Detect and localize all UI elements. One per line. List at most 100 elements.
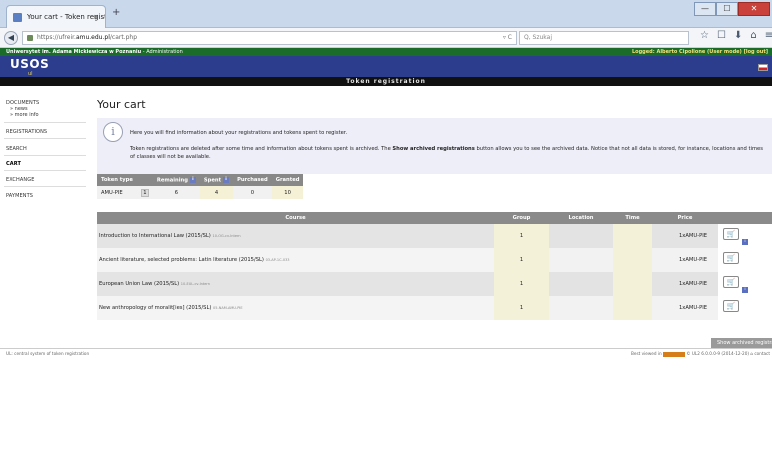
col-action bbox=[718, 212, 772, 224]
maximize-button[interactable]: ☐ bbox=[716, 2, 738, 16]
group-cell: 1 bbox=[494, 296, 549, 320]
close-window-button[interactable]: ✕ bbox=[738, 2, 770, 16]
registrations-table: Course Group Location Time Price Introdu… bbox=[97, 212, 772, 320]
remove-from-cart-button[interactable]: 🛒 bbox=[723, 300, 739, 312]
time-cell bbox=[613, 248, 652, 272]
sidebar-item-search[interactable]: SEARCH bbox=[6, 146, 27, 152]
action-cell: 🛒 i bbox=[718, 272, 772, 296]
bookmark-star-icon[interactable]: ☆ bbox=[700, 30, 709, 41]
sidebar-item-payments[interactable]: PAYMENTS bbox=[6, 193, 33, 199]
main-content: Your cart i Here you will find informati… bbox=[91, 86, 772, 348]
show-archived-button[interactable]: Show archived registrations bbox=[711, 338, 772, 348]
action-cell: 🛒 bbox=[718, 248, 772, 272]
tab-close-icon[interactable]: × bbox=[93, 6, 99, 28]
table-row: Ancient literature, selected problems: L… bbox=[97, 248, 772, 272]
token-table: Token type Remaining i Spent i Purchased G… bbox=[97, 174, 304, 199]
info-text-1: Here you will find information about you… bbox=[130, 130, 348, 136]
location-cell bbox=[549, 248, 613, 272]
price-cell: 1xAMU-PIE bbox=[652, 272, 718, 296]
row-info-icon[interactable]: i bbox=[742, 239, 748, 245]
course-link[interactable]: Introduction to International Law (2015/… bbox=[99, 233, 211, 239]
home-icon[interactable]: ⌂ bbox=[750, 30, 756, 41]
logged-user[interactable]: Logged: Alberto Cipollone (User mode) [l… bbox=[632, 48, 768, 56]
sidebar-item-more-info[interactable]: » more info bbox=[10, 112, 39, 118]
add-to-cart-button[interactable]: 🛒 bbox=[723, 228, 739, 240]
url-bar[interactable]: https://ufreir.amu.edu.pl/cart.php ▿ C bbox=[22, 31, 517, 45]
price-cell: 1xAMU-PIE bbox=[652, 224, 718, 248]
token-granted: 10 bbox=[271, 186, 304, 199]
menu-icon[interactable]: ≡ bbox=[765, 30, 772, 41]
new-tab-button[interactable]: + bbox=[112, 7, 120, 18]
token-spent: 4 bbox=[199, 186, 234, 199]
course-code: 03-AP-1C-033 bbox=[265, 258, 290, 262]
col-token-type: Token type bbox=[97, 174, 137, 186]
browser-titlebar: Your cart - Token registrati... × + — ☐ … bbox=[0, 0, 772, 28]
token-type: AMU-PIE bbox=[97, 186, 137, 199]
footer-left: UL: central system of token registration bbox=[6, 351, 90, 356]
col-flag bbox=[136, 174, 153, 186]
group-cell: 1 bbox=[494, 248, 549, 272]
col-remaining-label: Remaining bbox=[156, 177, 188, 184]
course-cell: New anthropology of moralit[ies] (2015/S… bbox=[97, 296, 494, 320]
sidebar-item-registrations[interactable]: REGISTRATIONS bbox=[6, 129, 47, 135]
info-text-2: Token registrations are deleted after so… bbox=[130, 145, 766, 161]
remove-from-cart-button[interactable]: 🛒 bbox=[723, 252, 739, 264]
group-cell: 1 bbox=[494, 272, 549, 296]
url-suffix: /cart.php bbox=[109, 34, 138, 41]
sidebar-item-cart[interactable]: CART bbox=[6, 161, 21, 167]
course-link[interactable]: European Union Law (2015/SL) bbox=[99, 281, 179, 287]
browser-toolbar: ☆ ☐ ⬇ ⌂ ≡ bbox=[700, 30, 772, 41]
university-name[interactable]: Uniwersytet im. Adama Mickiewicza w Pozn… bbox=[6, 49, 141, 55]
action-cell: 🛒 bbox=[718, 296, 772, 320]
course-code: 05-NAM-AMU-PIE bbox=[213, 306, 243, 310]
col-time: Time bbox=[613, 212, 652, 224]
section-name: - Administration bbox=[141, 49, 183, 55]
sidebar-item-exchange[interactable]: EXCHANGE bbox=[6, 177, 34, 183]
col-purchased: Purchased bbox=[233, 174, 272, 186]
time-cell bbox=[613, 296, 652, 320]
add-to-cart-button[interactable]: 🛒 bbox=[723, 276, 739, 288]
minimize-button[interactable]: — bbox=[694, 2, 716, 16]
reading-list-icon[interactable]: ☐ bbox=[717, 30, 726, 41]
reload-icon[interactable]: ▿ C bbox=[503, 32, 512, 44]
table-row: New anthropology of moralit[ies] (2015/S… bbox=[97, 296, 772, 320]
course-link[interactable]: Ancient literature, selected problems: L… bbox=[99, 257, 264, 263]
token-flag-cell: 1 bbox=[136, 186, 153, 199]
token-table-header: Token type Remaining i Spent i Purchased G… bbox=[97, 174, 304, 186]
footer-best-viewed: Best viewed in bbox=[631, 351, 662, 356]
group-cell: 1 bbox=[494, 224, 549, 248]
sidebar-divider bbox=[4, 186, 86, 187]
registrations-header: Course Group Location Time Price bbox=[97, 212, 772, 224]
price-cell: 1xAMU-PIE bbox=[652, 248, 718, 272]
sidebar-divider bbox=[4, 170, 86, 171]
course-link[interactable]: New anthropology of moralit[ies] (2015/S… bbox=[99, 305, 211, 311]
course-cell: Introduction to International Law (2015/… bbox=[97, 224, 494, 248]
token-flag[interactable]: 1 bbox=[140, 188, 149, 197]
download-icon[interactable]: ⬇ bbox=[734, 30, 742, 41]
firefox-badge-icon[interactable] bbox=[662, 351, 685, 357]
course-cell: European Union Law (2015/SL) 10-EUL-cv-I… bbox=[97, 272, 494, 296]
university-bar: Uniwersytet im. Adama Mickiewicza w Pozn… bbox=[0, 48, 772, 56]
search-input[interactable]: Q, Szukaj bbox=[519, 31, 689, 45]
back-button[interactable]: ◀ bbox=[4, 31, 18, 45]
sidebar: DOCUMENTS » news » more info REGISTRATIO… bbox=[0, 86, 91, 348]
usos-logo[interactable]: USOS bbox=[10, 57, 49, 71]
info-box: i Here you will find information about y… bbox=[97, 118, 772, 174]
url-domain: amu.edu.pl bbox=[75, 34, 110, 41]
browser-window: Your cart - Token registrati... × + — ☐ … bbox=[0, 0, 772, 469]
remaining-info-icon[interactable]: i bbox=[189, 176, 196, 183]
footer-version[interactable]: © UL2 6.0.0.0-9 (2014-12-20) ⌂ contact bbox=[686, 351, 770, 356]
row-info-icon[interactable]: i bbox=[742, 287, 748, 293]
browser-tab[interactable]: Your cart - Token registrati... × bbox=[6, 5, 106, 28]
time-cell bbox=[613, 272, 652, 296]
col-granted: Granted bbox=[271, 174, 304, 186]
course-cell: Ancient literature, selected problems: L… bbox=[97, 248, 494, 272]
location-cell bbox=[549, 224, 613, 248]
course-code: 10-EUL-cv-Intern bbox=[180, 282, 210, 286]
usos-banner: USOS ul bbox=[0, 56, 772, 77]
info-icon: i bbox=[103, 122, 123, 142]
language-flag-icon[interactable] bbox=[758, 64, 768, 71]
price-cell: 1xAMU-PIE bbox=[652, 296, 718, 320]
action-cell: 🛒 i bbox=[718, 224, 772, 248]
spent-info-icon[interactable]: i bbox=[223, 176, 230, 183]
